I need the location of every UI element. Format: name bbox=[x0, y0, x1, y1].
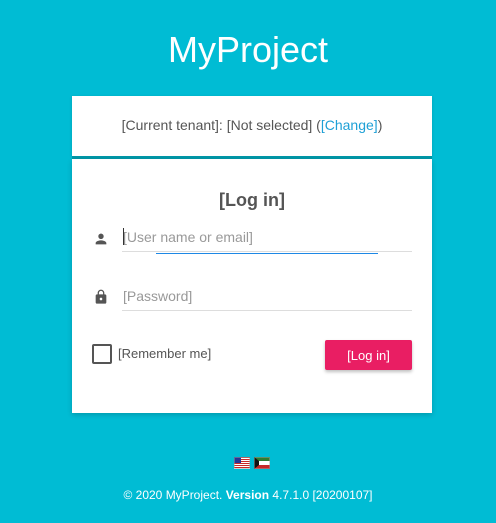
login-button[interactable]: [Log in] bbox=[325, 340, 412, 370]
tenant-change-link[interactable]: [Change] bbox=[321, 117, 378, 133]
footer-version-value: 4.7.1.0 [20200107] bbox=[272, 488, 373, 502]
login-heading: [Log in] bbox=[219, 190, 285, 210]
remember-me-label: [Remember me] bbox=[118, 346, 212, 361]
footer-copyright: © 2020 MyProject. bbox=[123, 488, 223, 502]
tenant-status-label: [Current tenant]: [Not selected] ( bbox=[121, 117, 321, 133]
app-title: MyProject bbox=[167, 29, 329, 70]
us-flag-icon[interactable] bbox=[234, 457, 250, 469]
text-caret bbox=[123, 228, 124, 245]
person-icon bbox=[95, 233, 107, 245]
tenant-card: [Current tenant]: [Not selected] ([Chang… bbox=[72, 96, 432, 156]
footer: © 2020 MyProject. Version 4.7.1.0 [20200… bbox=[0, 488, 496, 502]
password-input[interactable] bbox=[122, 282, 412, 311]
login-card: [Log in] [Remember me] [Log in] bbox=[72, 159, 432, 413]
username-focus-underline bbox=[156, 253, 378, 254]
tenant-status-close: ) bbox=[377, 117, 383, 133]
footer-version-label: Version bbox=[225, 488, 270, 502]
tenant-status: [Current tenant]: [Not selected] ([Chang… bbox=[72, 116, 432, 134]
remember-me-checkbox[interactable] bbox=[92, 344, 112, 364]
kuwait-flag-icon[interactable] bbox=[254, 457, 270, 469]
username-input[interactable] bbox=[122, 223, 412, 252]
lock-icon bbox=[95, 289, 107, 304]
